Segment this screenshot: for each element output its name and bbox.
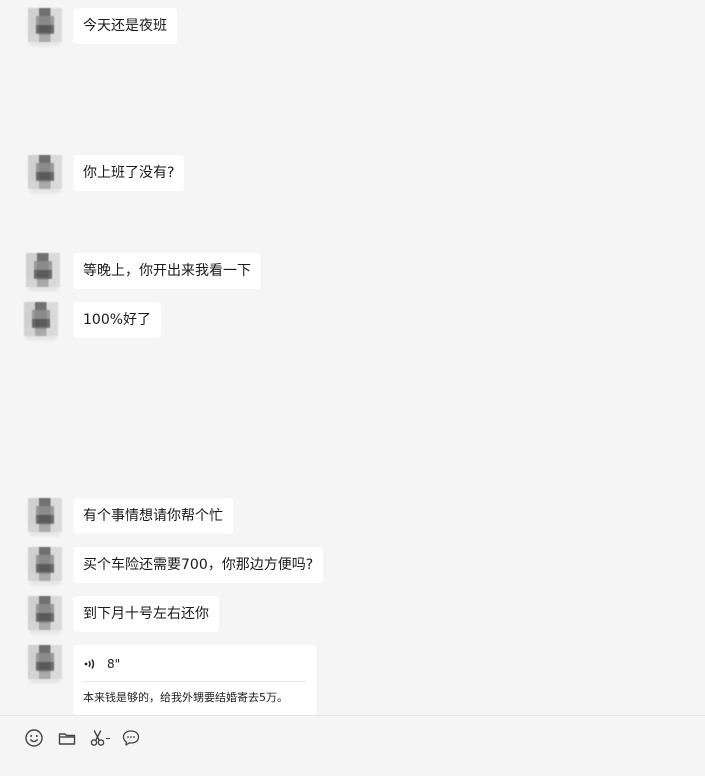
message-bubble[interactable]: 到下月十号左右还你 [73, 596, 219, 632]
chat-bubble-icon[interactable] [121, 728, 141, 748]
divider [83, 681, 307, 682]
voice-transcript: 本来钱是够的，给我外甥要结婚寄去5万。 [83, 691, 288, 704]
avatar[interactable] [28, 498, 62, 532]
avatar[interactable] [28, 596, 62, 630]
avatar[interactable] [28, 645, 62, 679]
message-bubble[interactable]: 今天还是夜班 [73, 8, 177, 44]
avatar[interactable] [28, 547, 62, 581]
input-toolbar [0, 715, 705, 776]
message-bubble[interactable]: 有个事情想请你帮个忙 [73, 498, 233, 534]
voice-icon[interactable] [83, 657, 97, 671]
message-bubble[interactable]: 100%好了 [73, 302, 162, 338]
voice-message-bubble[interactable]: 8" 本来钱是够的，给我外甥要结婚寄去5万。 [73, 645, 317, 715]
avatar[interactable] [26, 253, 60, 287]
avatar[interactable] [28, 155, 62, 189]
emoji-icon[interactable] [24, 728, 44, 748]
avatar[interactable] [24, 302, 58, 336]
scissors-icon[interactable] [89, 728, 113, 748]
voice-duration: 8" [107, 657, 121, 671]
message-bubble[interactable]: 你上班了没有? [73, 155, 185, 191]
folder-icon[interactable] [57, 728, 77, 748]
message-bubble[interactable]: 等晚上，你开出来我看一下 [73, 253, 261, 289]
message-bubble[interactable]: 买个车险还需要700，你那边方便吗? [73, 547, 324, 583]
chat-history[interactable]: 今天还是夜班 你上班了没有? 等晚上，你开出来我看一下 100%好了 有个事情想… [0, 0, 705, 715]
voice-header[interactable]: 8" [83, 655, 307, 673]
avatar[interactable] [28, 8, 62, 42]
